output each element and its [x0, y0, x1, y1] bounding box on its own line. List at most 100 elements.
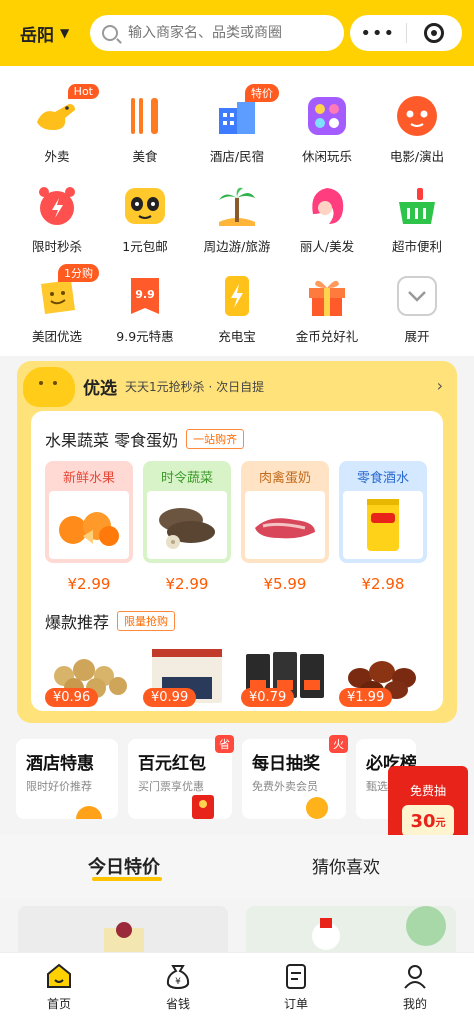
chevron-right-icon[interactable]: › [437, 376, 443, 395]
product-category: 新鲜水果 [62, 470, 115, 486]
category-flash-sale[interactable]: 限时秒杀 [10, 182, 104, 255]
nav-profile[interactable]: 我的 [385, 961, 445, 1012]
search-input[interactable] [128, 25, 328, 41]
category-label: 限时秒杀 [31, 239, 82, 254]
search-bar[interactable] [90, 15, 344, 51]
category-expand[interactable]: 展开 [370, 272, 464, 345]
lottery-label: 免费抽 [409, 784, 446, 798]
category-label: 展开 [404, 329, 430, 344]
svg-text:¥: ¥ [175, 977, 181, 987]
category-takeout[interactable]: Hot 外卖 [10, 84, 104, 165]
feed-tabs: 今日特价 猜你喜欢 [0, 835, 474, 899]
top-bar: 岳阳 ▼ ••• [0, 0, 474, 66]
category-label: 超市便利 [391, 239, 442, 254]
shopping-basket-icon [393, 182, 441, 230]
tab-recommend[interactable]: 猜你喜欢 [312, 853, 380, 878]
product-price: ¥2.99 [165, 575, 209, 593]
oranges-image [49, 491, 129, 559]
category-label: 9.9元特惠 [116, 329, 174, 344]
hot-item[interactable]: ¥1.99 [339, 645, 427, 707]
chevron-down-icon[interactable]: ▼ [60, 26, 69, 40]
category-beauty[interactable]: 丽人/美发 [280, 182, 374, 255]
tab-today-deals[interactable]: 今日特价 [88, 853, 160, 879]
promo-title: 酒店特惠 [26, 754, 94, 774]
youxuan-content: 水果蔬菜 零食蛋奶 一站购齐 新鲜水果 ¥2.99 时令蔬菜 ¥2.99 肉禽蛋… [31, 411, 443, 711]
home-icon [44, 961, 74, 991]
promo-subtitle: 买门票享优惠 [138, 780, 204, 793]
youxuan-card[interactable]: 优选 天天1元抢秒杀 · 次日自提 › 水果蔬菜 零食蛋奶 一站购齐 新鲜水果 … [17, 361, 457, 723]
category-food[interactable]: 美食 [98, 92, 192, 165]
nav-home[interactable]: 首页 [29, 961, 89, 1012]
product-category: 肉禽蛋奶 [258, 470, 311, 486]
money-bag-icon: ¥ [163, 961, 193, 991]
mini-program-capsule: ••• [350, 15, 462, 51]
section-tag: 限量抢购 [117, 611, 176, 631]
city-selector[interactable]: 岳阳 ▼ [20, 21, 90, 46]
category-label: 酒店/民宿 [209, 149, 265, 164]
promo-red-packet[interactable]: 省 百元红包 买门票享优惠 [128, 735, 234, 819]
category-label: 1元包邮 [122, 239, 168, 254]
category-label: 电影/演出 [389, 149, 445, 164]
category-hotel[interactable]: 特价 酒店/民宿 [190, 84, 284, 165]
beauty-hair-icon [303, 182, 351, 230]
section-title: 爆款推荐 [45, 613, 110, 632]
product-price: ¥2.99 [67, 575, 111, 593]
chips-can-image [343, 491, 423, 559]
hot-item-price: ¥1.99 [339, 688, 393, 707]
product-card-snack[interactable]: 零食酒水 ¥2.98 [339, 461, 427, 611]
category-label: 金币兑好礼 [295, 329, 359, 344]
product-card-fruit[interactable]: 新鲜水果 ¥2.99 [45, 461, 133, 611]
category-nine-nine[interactable]: 9.9 9.9元特惠 [98, 272, 192, 345]
hot-item[interactable]: ¥0.96 [45, 645, 133, 707]
cat-movie-icon [393, 92, 441, 140]
category-travel[interactable]: 周边游/旅游 [190, 182, 284, 255]
price-tag-icon: 9.9 [121, 272, 169, 320]
product-frame: 肉禽蛋奶 [241, 461, 329, 563]
product-card-meat[interactable]: 肉禽蛋奶 ¥5.99 [241, 461, 329, 611]
product-frame: 新鲜水果 [45, 461, 133, 563]
nav-label: 我的 [402, 997, 427, 1011]
category-power-bank[interactable]: 充电宝 [190, 272, 284, 345]
feed-card[interactable] [18, 906, 228, 958]
hot-item[interactable]: ¥0.99 [143, 645, 231, 707]
feed-card[interactable] [246, 906, 456, 958]
category-supermarket[interactable]: 超市便利 [370, 182, 464, 255]
city-name[interactable]: 岳阳 [20, 21, 54, 46]
profile-icon [400, 961, 430, 991]
power-bank-icon [213, 272, 261, 320]
hot-item-price: ¥0.79 [241, 688, 295, 707]
alarm-clock-icon [33, 182, 81, 230]
hot-item[interactable]: ¥0.79 [241, 645, 329, 707]
youxuan-subtitle: 天天1元抢秒杀 · 次日自提 [125, 379, 265, 394]
orange-slice-icon [74, 793, 104, 819]
youxuan-title: 优选 [83, 378, 117, 399]
promo-lottery[interactable]: 火 每日抽奖 免费外卖会员 [242, 735, 348, 819]
category-one-yuan[interactable]: 1元包邮 [98, 182, 192, 255]
category-gift[interactable]: 金币兑好礼 [280, 272, 374, 345]
search-icon [102, 25, 118, 41]
svg-text:9.9: 9.9 [135, 288, 155, 301]
expand-chevron-icon [393, 272, 441, 320]
category-label: 美食 [132, 149, 158, 164]
nav-label: 首页 [46, 997, 71, 1011]
product-category: 时令蔬菜 [160, 470, 213, 486]
category-leisure[interactable]: 休闲玩乐 [280, 92, 374, 165]
youxuan-bag-icon: 1分购 [33, 264, 99, 320]
nav-label: 省钱 [165, 997, 190, 1011]
product-frame: 时令蔬菜 [143, 461, 231, 563]
close-program-button[interactable] [406, 23, 462, 43]
nav-save-money[interactable]: ¥ 省钱 [148, 961, 208, 1012]
product-frame: 零食酒水 [339, 461, 427, 563]
hot-badge: Hot [67, 84, 99, 99]
promo-hotel[interactable]: 酒店特惠 限时好价推荐 [16, 739, 118, 819]
nav-orders[interactable]: 订单 [266, 961, 326, 1012]
category-movie[interactable]: 电影/演出 [370, 92, 464, 165]
panda-icon [121, 182, 169, 230]
category-youxuan[interactable]: 1分购 美团优选 [10, 264, 104, 345]
order-list-icon [281, 961, 311, 991]
duck-takeout-icon: Hot [33, 84, 99, 140]
more-menu-button[interactable]: ••• [350, 23, 406, 44]
product-card-veg[interactable]: 时令蔬菜 ¥2.99 [143, 461, 231, 611]
leisure-icon [303, 92, 351, 140]
category-label: 丽人/美发 [299, 239, 355, 254]
